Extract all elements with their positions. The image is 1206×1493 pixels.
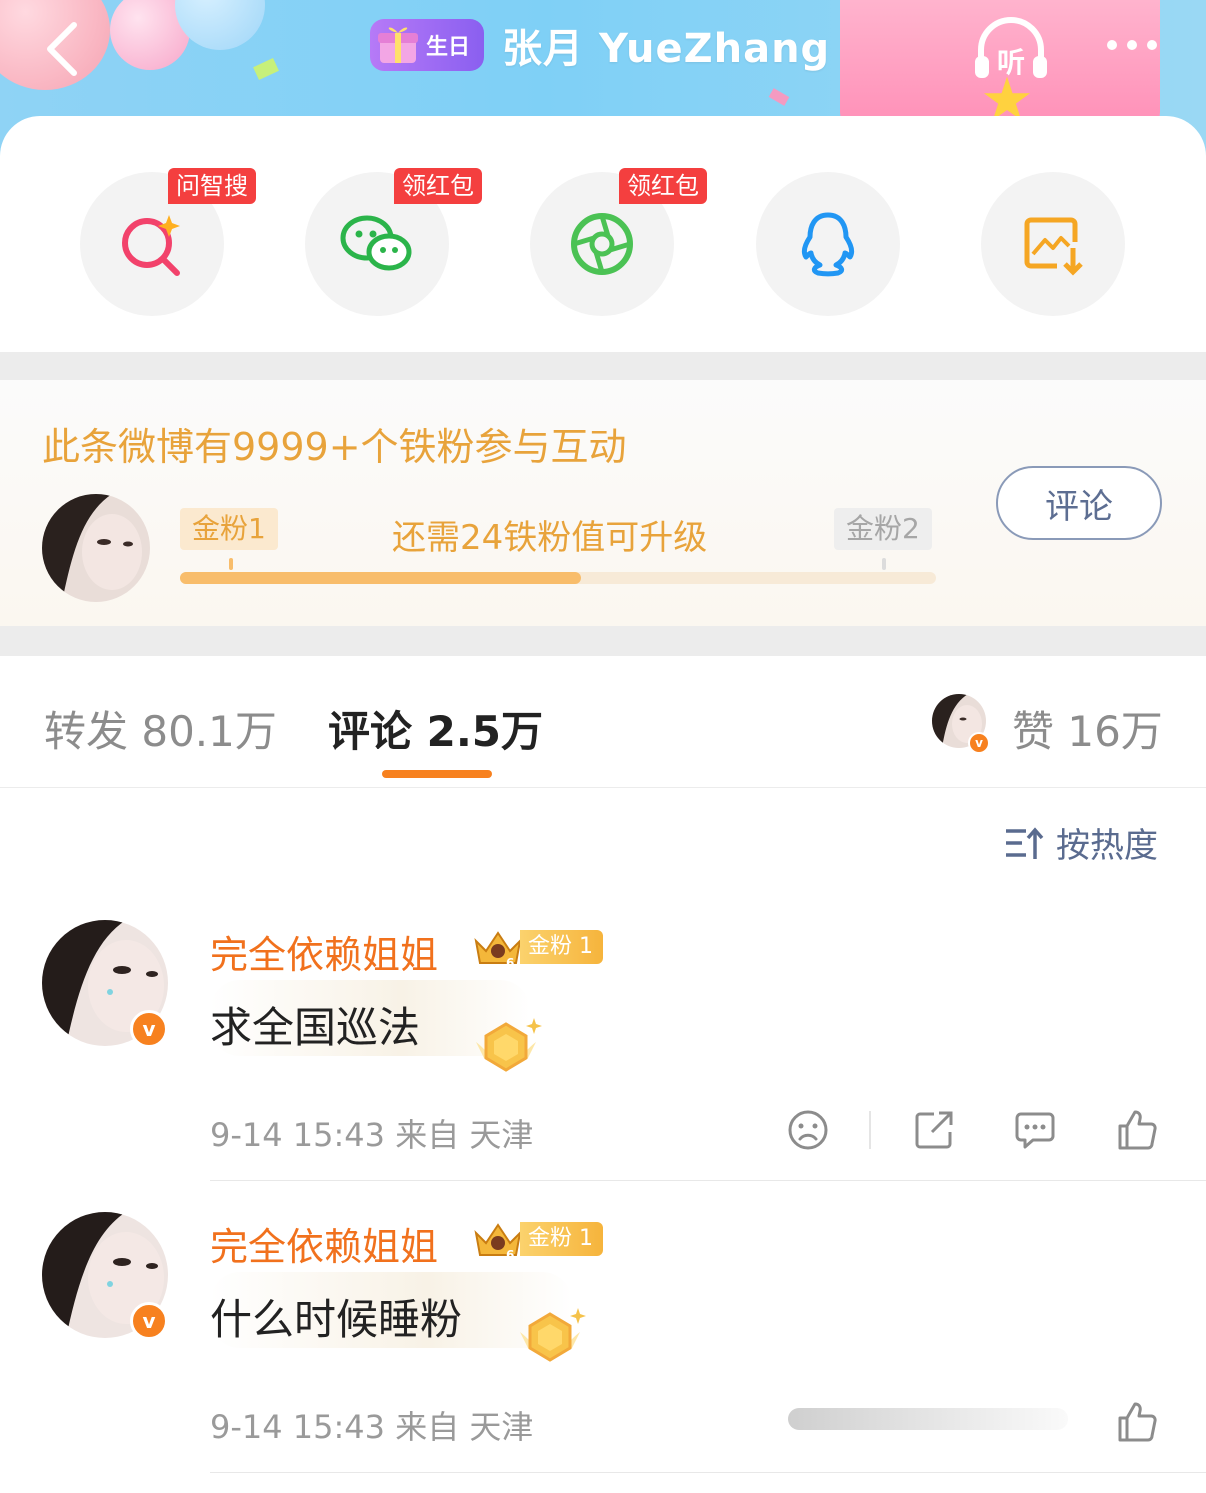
sad-face-icon: [788, 1110, 828, 1150]
iron-fans-panel: 此条微博有9999+个铁粉参与互动 金粉1 还需24铁粉值可升级 金粉2 评论: [0, 380, 1206, 626]
birthday-label: 生日: [426, 35, 471, 60]
dot: [1147, 40, 1157, 50]
listen-label: 听: [997, 46, 1025, 79]
confetti-decoration: [768, 88, 790, 106]
fan-level-badge: 6 金粉 1: [470, 928, 603, 969]
action-divider: [869, 1111, 871, 1149]
sort-label: 按热度: [1056, 826, 1158, 866]
crown-icon: 6: [474, 931, 522, 969]
chevron-left-icon: [47, 22, 77, 76]
listen-button[interactable]: 听: [970, 14, 1052, 84]
comment-divider: [210, 1472, 1206, 1473]
fan-level-label: 金粉 1: [520, 930, 603, 964]
sort-icon: [1006, 826, 1044, 859]
commenter-name[interactable]: 完全依赖姐姐: [210, 924, 438, 979]
section-divider: [0, 626, 1206, 656]
like-button[interactable]: [1113, 1106, 1161, 1154]
dislike-button[interactable]: [784, 1106, 832, 1154]
ai-search-icon: [122, 215, 180, 276]
share-tag: 领红包: [394, 168, 482, 204]
verified-badge-icon: v: [968, 732, 990, 754]
birthday-badge: 生日: [370, 19, 485, 71]
tab-like[interactable]: 赞 16万: [1012, 698, 1163, 759]
share-tag: 问智搜: [168, 168, 256, 204]
save-image-icon: [1024, 217, 1083, 276]
gift-icon: [370, 19, 426, 71]
comment-text: 什么时候睡粉: [210, 1295, 463, 1344]
share-icon: [915, 1111, 953, 1149]
headphones-icon: 听: [975, 17, 1047, 79]
progress-tick: [229, 558, 233, 570]
svg-text:6: 6: [506, 956, 514, 969]
dot: [1107, 40, 1117, 50]
active-tab-indicator: [382, 770, 492, 778]
back-button[interactable]: [32, 14, 92, 84]
balloon-decoration: [175, 0, 265, 50]
comment-icon: [1015, 1112, 1055, 1149]
share-comment-button[interactable]: [910, 1106, 958, 1154]
more-options-button[interactable]: [1092, 20, 1172, 70]
upgrade-hint: 还需24铁粉值可升级: [392, 518, 708, 558]
comment-button[interactable]: 评论: [996, 466, 1162, 540]
share-tag: 领红包: [619, 168, 707, 204]
avatar[interactable]: [42, 494, 150, 602]
page-title: 张月 YueZhang: [502, 26, 831, 72]
share-panel: 问智搜 领红包 领红包: [0, 116, 1206, 352]
thumbs-up-icon: [1118, 1402, 1157, 1442]
moments-icon: [571, 213, 633, 275]
reply-button[interactable]: [1011, 1106, 1059, 1154]
fan-level-progress: [180, 572, 936, 584]
verified-badge-icon: v: [130, 1010, 168, 1048]
comment-meta: 9-14 15:43 来自 天津: [210, 1116, 534, 1154]
medal-icon: [520, 1308, 586, 1362]
commenter-name[interactable]: 完全依赖姐姐: [210, 1216, 438, 1271]
tab-comment[interactable]: 评论 2.5万: [328, 698, 543, 759]
comment-meta: 9-14 15:43 来自 天津: [210, 1408, 534, 1446]
comment-text: 求全国巡法: [210, 1003, 421, 1052]
progress-tick: [882, 558, 886, 570]
medal-icon: [476, 1018, 542, 1072]
verified-badge-icon: v: [130, 1302, 168, 1340]
title-area: 生日 张月 YueZhang: [370, 16, 830, 74]
current-fan-level: 金粉1: [180, 508, 278, 550]
tab-repost[interactable]: 转发 80.1万: [44, 698, 277, 759]
wechat-icon: [340, 215, 412, 271]
next-fan-level: 金粉2: [834, 508, 932, 550]
like-button[interactable]: [1113, 1398, 1161, 1446]
comment-divider: [210, 1180, 1206, 1181]
section-divider: [0, 352, 1206, 380]
share-qq-button[interactable]: [756, 172, 900, 316]
crown-icon: 6: [474, 1223, 522, 1261]
loading-placeholder: [788, 1408, 1068, 1430]
interaction-tabs: 转发 80.1万 评论 2.5万 v 赞 16万: [0, 656, 1206, 788]
qq-icon: [801, 212, 855, 277]
confetti-decoration: [253, 58, 279, 80]
iron-fans-headline: 此条微博有9999+个铁粉参与互动: [42, 425, 627, 469]
save-image-button[interactable]: [981, 172, 1125, 316]
dot: [1127, 40, 1137, 50]
fan-level-progress-fill: [180, 572, 581, 584]
sort-toggle[interactable]: 按热度: [1004, 818, 1158, 867]
svg-text:6: 6: [506, 1248, 514, 1261]
thumbs-up-icon: [1118, 1110, 1157, 1150]
fan-level-badge: 6 金粉 1: [470, 1220, 603, 1261]
fan-level-label: 金粉 1: [520, 1222, 603, 1256]
